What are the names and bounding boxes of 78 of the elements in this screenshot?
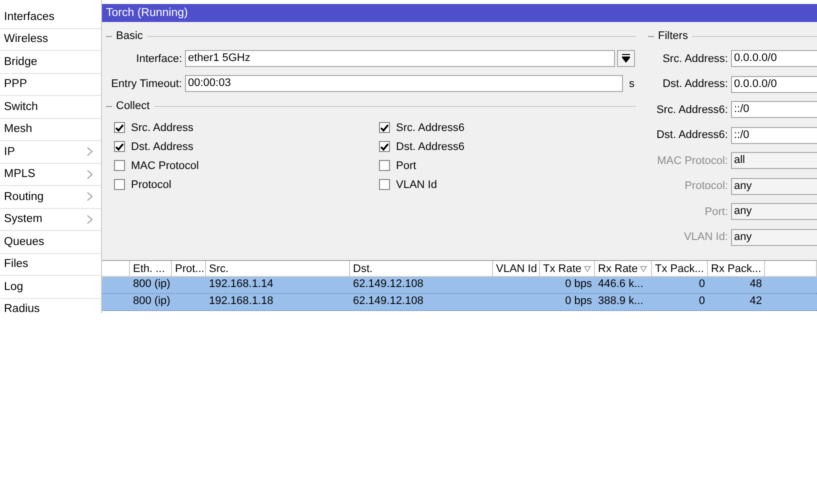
field-label: MAC Protocol: xyxy=(656,154,729,167)
sidebar-item[interactable]: Interfaces xyxy=(0,6,101,28)
table-cell-text: 0 bps xyxy=(565,294,592,309)
checkbox-label: Protocol xyxy=(131,178,172,190)
checkbox-label: Dst. Address6 xyxy=(396,140,464,152)
column-header[interactable]: Prot... xyxy=(172,261,206,277)
sidebar-item[interactable]: Switch xyxy=(0,96,101,118)
checkbox-label: Dst. Address xyxy=(131,140,194,152)
table-cell-text: 800 (ip) xyxy=(133,277,170,292)
unit-label: s xyxy=(629,78,634,90)
table-cell-text: 62.149.12.108 xyxy=(353,294,424,309)
checkbox-label: Port xyxy=(396,160,416,172)
field-label: Port: xyxy=(704,206,729,218)
sidebar-item[interactable]: Mesh xyxy=(0,118,101,141)
table-cell-text: 0 bps xyxy=(565,277,592,292)
section-title: Basic xyxy=(116,30,143,42)
sidebar-item[interactable]: PPP xyxy=(0,74,101,96)
table-row[interactable]: 800 (ip) 192.168.1.14 62.149.12.108 0 bps 446.6 k... 0 48 xyxy=(102,277,817,294)
column-header[interactable]: Tx Rate xyxy=(540,261,595,277)
table-cell-text: 42 xyxy=(750,294,762,309)
column-header[interactable]: Rx Pack... xyxy=(708,261,765,277)
field-label: Src. Address: xyxy=(662,52,729,65)
column-header[interactable]: Tx Pack... xyxy=(652,261,708,277)
sidebar-item[interactable]: Bridge xyxy=(0,51,101,74)
entry-timeout-field[interactable]: 00:00:03 xyxy=(185,75,623,92)
field-label: Dst. Address6: xyxy=(655,129,729,142)
table-cell-text: 192.168.1.14 xyxy=(209,277,274,292)
table-cell-text: 0 xyxy=(698,277,705,292)
checkbox-label: Src. Address6 xyxy=(396,122,464,134)
sidebar-item[interactable]: Routing xyxy=(0,186,101,208)
sidebar-item[interactable]: IP xyxy=(0,141,101,164)
table-cell-text: 446.6 k... xyxy=(598,277,644,292)
table-cell-text: 800 (ip) xyxy=(133,294,170,309)
checkbox-label: Src. Address xyxy=(131,122,194,134)
table-cell-text: 192.168.1.18 xyxy=(209,294,274,309)
checkbox[interactable] xyxy=(114,141,125,152)
table-cell-text: 62.149.12.108 xyxy=(353,277,424,292)
checkbox[interactable] xyxy=(114,160,125,171)
checkbox[interactable] xyxy=(114,179,125,190)
field-label: Dst. Address: xyxy=(662,78,729,90)
sidebar-item[interactable]: Wireless xyxy=(0,28,101,51)
field-label: VLAN Id: xyxy=(682,231,729,244)
filter-field[interactable]: ::/0 xyxy=(731,126,817,144)
dropdown-arrow-icon xyxy=(622,54,630,63)
column-header[interactable]: Rx Rate xyxy=(595,261,652,277)
checkbox[interactable] xyxy=(379,122,390,133)
field-label: Protocol: xyxy=(684,180,729,192)
checkbox[interactable] xyxy=(379,141,390,152)
filter-field[interactable]: ::/0 xyxy=(731,101,817,118)
window-title: Torch (Running) xyxy=(102,4,817,22)
filter-field[interactable]: 0.0.0.0/0 xyxy=(731,76,817,93)
field-label: Interface: xyxy=(135,52,183,64)
column-header[interactable]: Src. xyxy=(206,261,350,277)
section-title: Filters xyxy=(658,30,688,42)
section-title: Collect xyxy=(116,100,150,112)
dropdown-button[interactable] xyxy=(617,50,635,67)
sidebar-item[interactable]: Log xyxy=(0,276,101,298)
sidebar-item[interactable]: Files xyxy=(0,254,101,276)
sidebar-item[interactable]: Queues xyxy=(0,231,101,254)
checkbox[interactable] xyxy=(379,179,390,190)
sidebar-item[interactable]: Radius xyxy=(0,298,101,313)
column-header[interactable]: VLAN Id xyxy=(493,261,540,277)
table-cell-text: 0 xyxy=(698,294,705,309)
field-label: Src. Address6: xyxy=(655,104,729,116)
checkbox-label: VLAN Id xyxy=(396,178,437,190)
checkbox[interactable] xyxy=(114,122,125,133)
field-label: Entry Timeout: xyxy=(110,78,183,90)
checkbox[interactable] xyxy=(379,160,390,171)
interface-field[interactable]: ether1 5GHz xyxy=(185,50,615,67)
column-header[interactable]: Eth. ... xyxy=(130,261,172,277)
table-cell-text: 388.9 k... xyxy=(598,294,644,309)
checkbox-label: MAC Protocol xyxy=(131,160,199,172)
sidebar-item[interactable]: MPLS xyxy=(0,164,101,186)
table-cell-text: 48 xyxy=(750,277,762,292)
table-row[interactable]: 800 (ip) 192.168.1.18 62.149.12.108 0 bps 388.9 k... 0 42 xyxy=(102,294,817,311)
column-header[interactable]: Dst. xyxy=(350,261,493,277)
sidebar-item[interactable]: System xyxy=(0,208,101,231)
filter-field[interactable]: 0.0.0.0/0 xyxy=(731,50,817,68)
